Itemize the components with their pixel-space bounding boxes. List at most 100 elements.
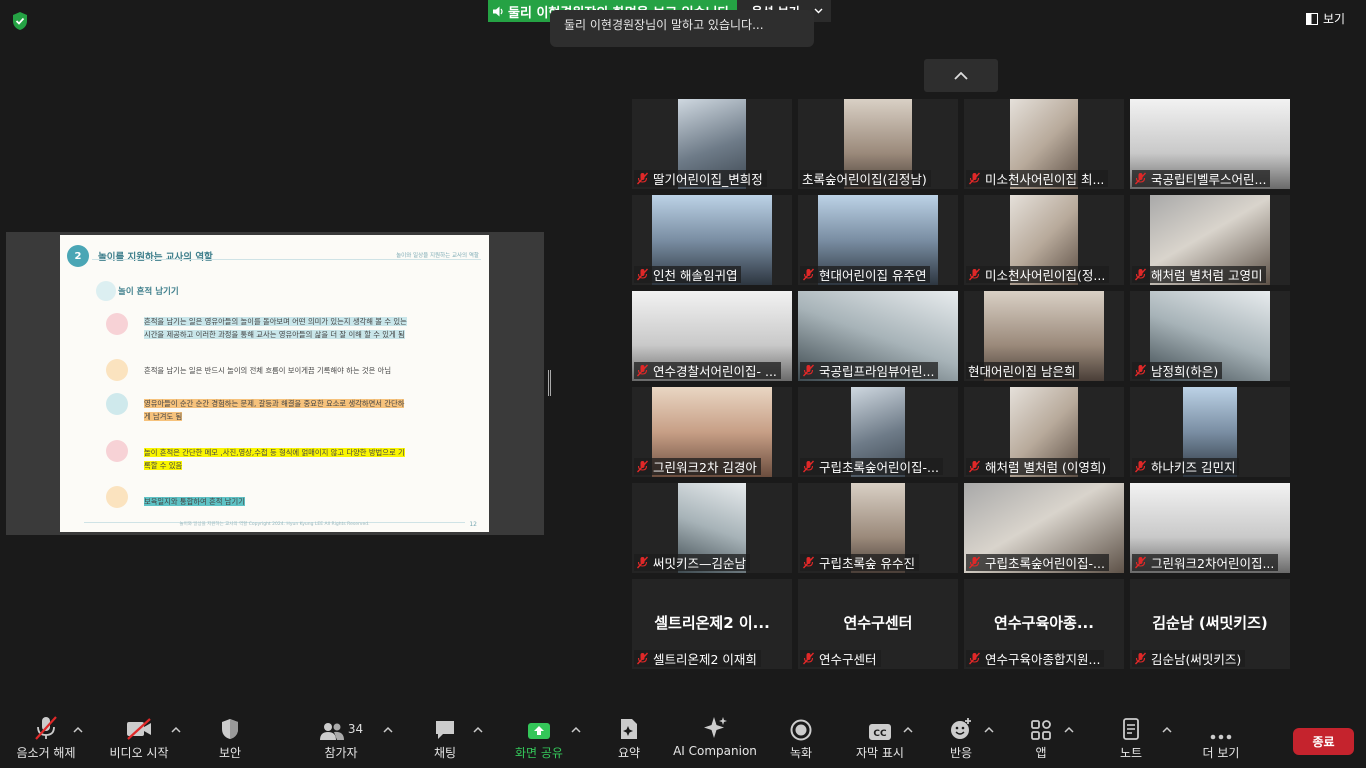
slide-item-text: 게 남겨도 됨 — [144, 412, 183, 421]
participant-name: 남정희(하은) — [1151, 364, 1219, 379]
pink-bullet-icon — [106, 313, 128, 335]
participant-name-label: 국공립프라임뷰어린... — [800, 362, 939, 379]
participant-tile[interactable]: 구립초록숲어린이집-... — [964, 483, 1124, 573]
participants-button[interactable]: 34 참가자 — [306, 712, 376, 768]
slide-item-text: 록할 수 있음 — [144, 461, 183, 470]
share-screen-button[interactable]: 화면 공유 — [506, 712, 572, 768]
participant-tile[interactable]: 구립초록숲어린이집-... — [798, 387, 958, 477]
notes-icon — [1123, 718, 1139, 740]
security-shield-icon[interactable] — [11, 11, 29, 31]
participant-tile[interactable]: 그린워크2차어린이집... — [1130, 483, 1290, 573]
slide-item: 보육일지와 통합하여 흔적 남기기 — [144, 495, 466, 508]
view-button[interactable]: 보기 — [1306, 10, 1345, 27]
split-resize-handle[interactable] — [548, 370, 551, 396]
chevron-up-icon[interactable] — [1064, 726, 1074, 734]
chevron-down-icon — [814, 8, 823, 14]
slide-subtitle: 놀이 흔적 남기기 — [118, 287, 179, 297]
captions-button[interactable]: CC 자막 표시 — [850, 712, 910, 768]
participant-tile[interactable]: 인천 해솔임귀엽 — [632, 195, 792, 285]
unmute-button[interactable]: 음소거 해제 — [8, 712, 84, 768]
participant-name: 국공립프라임뷰어린... — [819, 364, 935, 379]
participant-name-label: 연수경찰서어린이집- ... — [634, 362, 781, 379]
participant-tile[interactable]: 연수경찰서어린이집- ... — [632, 291, 792, 381]
collapse-gallery-button[interactable] — [924, 59, 998, 92]
slide-number: 2 — [67, 245, 89, 267]
participant-name-label: 현대어린이집 남은희 — [966, 362, 1080, 379]
participant-name-label: 그린워크2차 김경아 — [634, 458, 761, 475]
record-button[interactable]: 녹화 — [776, 712, 826, 768]
participant-tile[interactable]: 국공립티벨루스어린... — [1130, 99, 1290, 189]
microphone-muted-icon — [1134, 364, 1147, 377]
participant-tile[interactable]: 그린워크2차 김경아 — [632, 387, 792, 477]
participants-icon — [319, 723, 344, 740]
microphone-muted-icon — [636, 556, 649, 569]
start-video-button[interactable]: 비디오 시작 — [100, 712, 178, 768]
document-sparkle-icon — [621, 719, 637, 739]
chevron-up-icon[interactable] — [1162, 726, 1172, 734]
microphone-muted-icon — [636, 364, 649, 377]
microphone-muted-icon — [636, 172, 649, 185]
participant-display-name: 셀트리온제2 이... — [654, 614, 770, 632]
security-button[interactable]: 보안 — [205, 712, 255, 768]
apps-button[interactable]: 앱 — [1016, 712, 1066, 768]
active-speaker-notice: 둘리 이현경원장님이 말하고 있습니다... — [550, 10, 814, 47]
participant-name-label: 써밋키즈—김순남 — [634, 554, 751, 571]
participant-name: 그린워크2차 김경아 — [653, 460, 757, 475]
participant-name-label: 인천 해솔임귀엽 — [634, 266, 742, 283]
chevron-up-icon[interactable] — [903, 726, 913, 734]
participant-tile[interactable]: 미소천사어린이집(정... — [964, 195, 1124, 285]
participant-tile[interactable]: 초록숲어린이집(김정남) — [798, 99, 958, 189]
chevron-up-icon[interactable] — [171, 726, 181, 734]
orange-bullet-icon — [106, 359, 128, 381]
participant-name-label: 구립초록숲어린이집-... — [800, 458, 943, 475]
share-screen-label: 화면 공유 — [515, 746, 563, 760]
reactions-label: 반응 — [949, 746, 973, 760]
microphone-muted-icon — [968, 172, 981, 185]
notes-button[interactable]: 노트 — [1106, 712, 1156, 768]
chevron-up-icon[interactable] — [73, 726, 83, 734]
chevron-up-icon[interactable] — [473, 726, 483, 734]
chevron-up-icon[interactable] — [571, 726, 581, 734]
participant-tile[interactable]: 딸기어린이집_변희정 — [632, 99, 792, 189]
microphone-muted-icon — [636, 460, 649, 473]
participant-name: 구립초록숲어린이집-... — [985, 556, 1105, 571]
participant-name-label: 연수구센터 — [800, 650, 881, 667]
participant-name-label: 미소천사어린이집(정... — [966, 266, 1110, 283]
participant-tile[interactable]: 연수구센터 연수구센터 — [798, 579, 958, 669]
participant-tile[interactable]: 하나키즈 김민지 — [1130, 387, 1290, 477]
participant-name: 해처럼 별처럼 (이영희) — [985, 460, 1107, 475]
participant-tile[interactable]: 김순남 (써밋키즈) 김순남(써밋키즈) — [1130, 579, 1290, 669]
participants-label: 참가자 — [324, 746, 358, 760]
more-label: 더 보기 — [1202, 746, 1240, 760]
participant-tile[interactable]: 미소천사어린이집 최... — [964, 99, 1124, 189]
more-button[interactable]: 더 보기 — [1194, 712, 1248, 768]
chat-button[interactable]: 채팅 — [420, 712, 470, 768]
pink-bullet-icon — [106, 440, 128, 462]
participant-tile[interactable]: 써밋키즈—김순남 — [632, 483, 792, 573]
participant-tile[interactable]: 구립초록숲 유수진 — [798, 483, 958, 573]
shield-icon — [222, 719, 238, 739]
participant-tile[interactable]: 해처럼 별처럼 (이영희) — [964, 387, 1124, 477]
participant-tile[interactable]: 남정희(하은) — [1130, 291, 1290, 381]
participant-tile[interactable]: 현대어린이집 남은희 — [964, 291, 1124, 381]
participant-tile[interactable]: 셀트리온제2 이... 셀트리온제2 이재희 — [632, 579, 792, 669]
participant-display-name: 연수구센터 — [843, 614, 913, 632]
participant-tile[interactable]: 현대어린이집 유주연 — [798, 195, 958, 285]
participant-name: 구립초록숲어린이집-... — [819, 460, 939, 475]
participant-tile[interactable]: 국공립프라임뷰어린... — [798, 291, 958, 381]
participant-name-label: 국공립티벨루스어린... — [1132, 170, 1271, 187]
chevron-up-icon[interactable] — [383, 726, 393, 734]
participant-name: 써밋키즈—김순남 — [653, 556, 747, 571]
summary-label: 요약 — [617, 746, 641, 760]
microphone-muted-icon — [636, 268, 649, 281]
participant-tile[interactable]: 연수구육아종... 연수구육아종합지원... — [964, 579, 1124, 669]
participant-tile[interactable]: 해처럼 별처럼 고영미 — [1130, 195, 1290, 285]
ai-companion-button[interactable]: AI Companion — [672, 712, 758, 768]
participant-name-label: 해처럼 별처럼 (이영희) — [966, 458, 1111, 475]
participant-name: 현대어린이집 남은희 — [968, 364, 1076, 379]
participant-name: 미소천사어린이집(정... — [985, 268, 1106, 283]
chevron-up-icon[interactable] — [984, 726, 994, 734]
summary-button[interactable]: 요약 — [604, 712, 654, 768]
end-meeting-button[interactable]: 종료 — [1293, 728, 1354, 755]
reactions-button[interactable]: 반응 — [936, 712, 986, 768]
